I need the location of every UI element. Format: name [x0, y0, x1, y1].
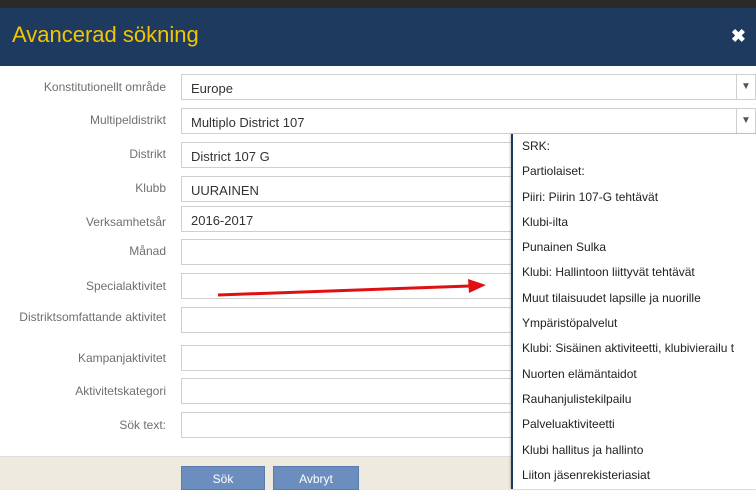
arrow-head-icon [468, 279, 486, 293]
arrow-shaft [217, 284, 471, 297]
annotation-arrow [217, 279, 486, 297]
